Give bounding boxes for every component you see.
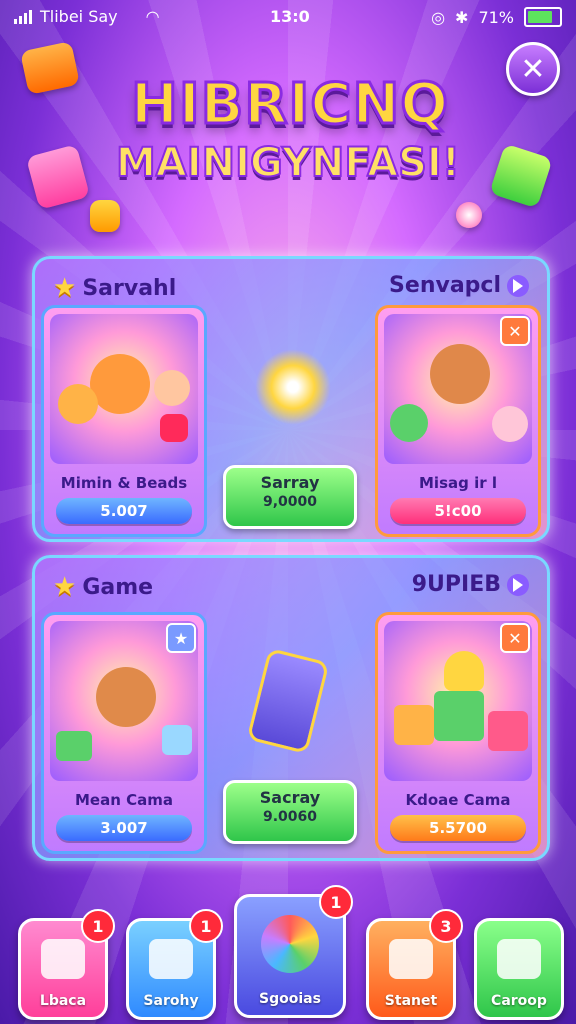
rocket-icon	[255, 349, 331, 425]
nav-button-sarohy[interactable]: 1 Sarohy	[126, 909, 223, 1020]
play-arrow-icon	[507, 573, 529, 596]
nav-label: Lbaca	[39, 993, 87, 1009]
wifi-icon: ◠	[145, 7, 160, 26]
nav-button-lbaca[interactable]: 1 Lbaca	[18, 909, 115, 1020]
offer-label: Sarray	[260, 473, 320, 492]
character-art	[430, 344, 490, 404]
price-button[interactable]: 5!c00	[390, 498, 526, 524]
currency-offer[interactable]: Sarray 9,0000	[223, 465, 357, 529]
alarm-icon: ◎	[431, 7, 446, 27]
panel-title-right-text: Senvapcl	[389, 273, 501, 298]
panel-title-left-text: Sarvahl	[82, 275, 177, 301]
shop-panel-2: ★ Game 9UPIEB ★ Mean Cama 3.007 Sacray 9…	[32, 555, 550, 861]
bluetooth-icon: ✱	[455, 7, 469, 27]
nav-button-sgooias[interactable]: 1 Sgooias	[234, 885, 353, 1018]
gem-icon	[56, 731, 92, 761]
status-time: 13:0	[270, 7, 310, 26]
close-icon[interactable]: ✕	[500, 623, 530, 653]
price-button[interactable]: 5.5700	[390, 815, 526, 841]
nav-label: Caroop	[491, 993, 547, 1009]
close-icon[interactable]: ✕	[500, 316, 530, 346]
shop-card[interactable]: ✕ Misag ir l 5!c00	[375, 305, 541, 537]
card-name: Mimin & Beads	[60, 474, 188, 492]
offer-label: Sacray	[259, 788, 321, 807]
nav-label: Sarohy	[143, 993, 199, 1009]
block-art	[434, 691, 484, 741]
close-button[interactable]: ✕	[506, 42, 560, 96]
gallery-icon	[149, 939, 193, 979]
price-button[interactable]: 5.007	[56, 498, 192, 524]
offer-value: 9.0060	[262, 809, 318, 825]
card-name: Misag ir l	[419, 474, 497, 492]
game-subtitle: MAINIGYNFASI!	[115, 139, 461, 187]
shop-card[interactable]: ★ Mean Cama 3.007	[41, 612, 207, 854]
home-icon	[41, 939, 85, 979]
phone-icon	[246, 647, 330, 755]
card-name: Kdoae Cama	[405, 791, 511, 809]
panel-title-right[interactable]: Senvapcl	[389, 273, 529, 298]
battery-percent: 71%	[478, 7, 514, 27]
signal-icon	[14, 9, 32, 24]
heart-icon	[160, 414, 188, 442]
nav-button-stanet[interactable]: 3 Stanet	[366, 909, 463, 1020]
character-art	[96, 667, 156, 727]
carrier-text: Tlibei Say	[40, 7, 118, 26]
status-bar: Tlibei Say ◠ 13:0 ◎ ✱ 71%	[0, 0, 576, 34]
notification-badge: 1	[189, 909, 223, 943]
price-button[interactable]: 3.007	[56, 815, 192, 841]
character-art	[390, 404, 428, 442]
panel-title-right-text: 9UPIEB	[411, 572, 501, 597]
star-icon: ★	[53, 273, 77, 303]
pencil-icon	[389, 939, 433, 979]
currency-offer[interactable]: Sacray 9.0060	[223, 780, 357, 844]
star-icon: ★	[53, 572, 77, 602]
candy-decoration	[90, 200, 120, 232]
tag-icon[interactable]: ★	[166, 623, 196, 653]
gem-icon	[162, 725, 192, 755]
nav-button-caroop[interactable]: Caroop	[474, 918, 564, 1020]
nav-label: Sgooias	[259, 991, 321, 1007]
card-artwork	[50, 314, 198, 464]
character-art	[58, 384, 98, 424]
character-art	[492, 406, 528, 442]
notification-badge: 1	[319, 885, 353, 919]
character-art	[90, 354, 150, 414]
card-name: Mean Cama	[74, 791, 173, 809]
panel-title-right[interactable]: 9UPIEB	[412, 572, 529, 597]
shop-card[interactable]: ✕ Kdoae Cama 5.5700	[375, 612, 541, 854]
character-art	[154, 370, 190, 406]
spin-wheel-icon	[261, 915, 319, 973]
bottom-nav: 1 Lbaca 1 Sarohy 1 Sgooias 3 Stanet Caro…	[0, 885, 576, 1024]
battery-icon	[524, 7, 562, 27]
candy-decoration	[456, 202, 482, 228]
notification-badge: 3	[429, 909, 463, 943]
shop-panel-1: ★ Sarvahl Senvapcl Mimin & Beads 5.007 S…	[32, 256, 550, 542]
hand-icon	[497, 939, 541, 979]
shop-card[interactable]: Mimin & Beads 5.007	[41, 305, 207, 537]
play-arrow-icon	[507, 274, 529, 297]
game-title: HIBRICNQ	[130, 71, 450, 139]
block-art	[488, 711, 528, 751]
nav-label: Stanet	[384, 993, 438, 1009]
panel-title-left-text: Game	[82, 574, 154, 600]
offer-value: 9,0000	[262, 494, 318, 510]
panel-title-left: ★ Game	[53, 572, 153, 602]
notification-badge: 1	[81, 909, 115, 943]
block-art	[444, 651, 484, 691]
panel-title-left: ★ Sarvahl	[53, 273, 176, 303]
block-art	[394, 705, 434, 745]
